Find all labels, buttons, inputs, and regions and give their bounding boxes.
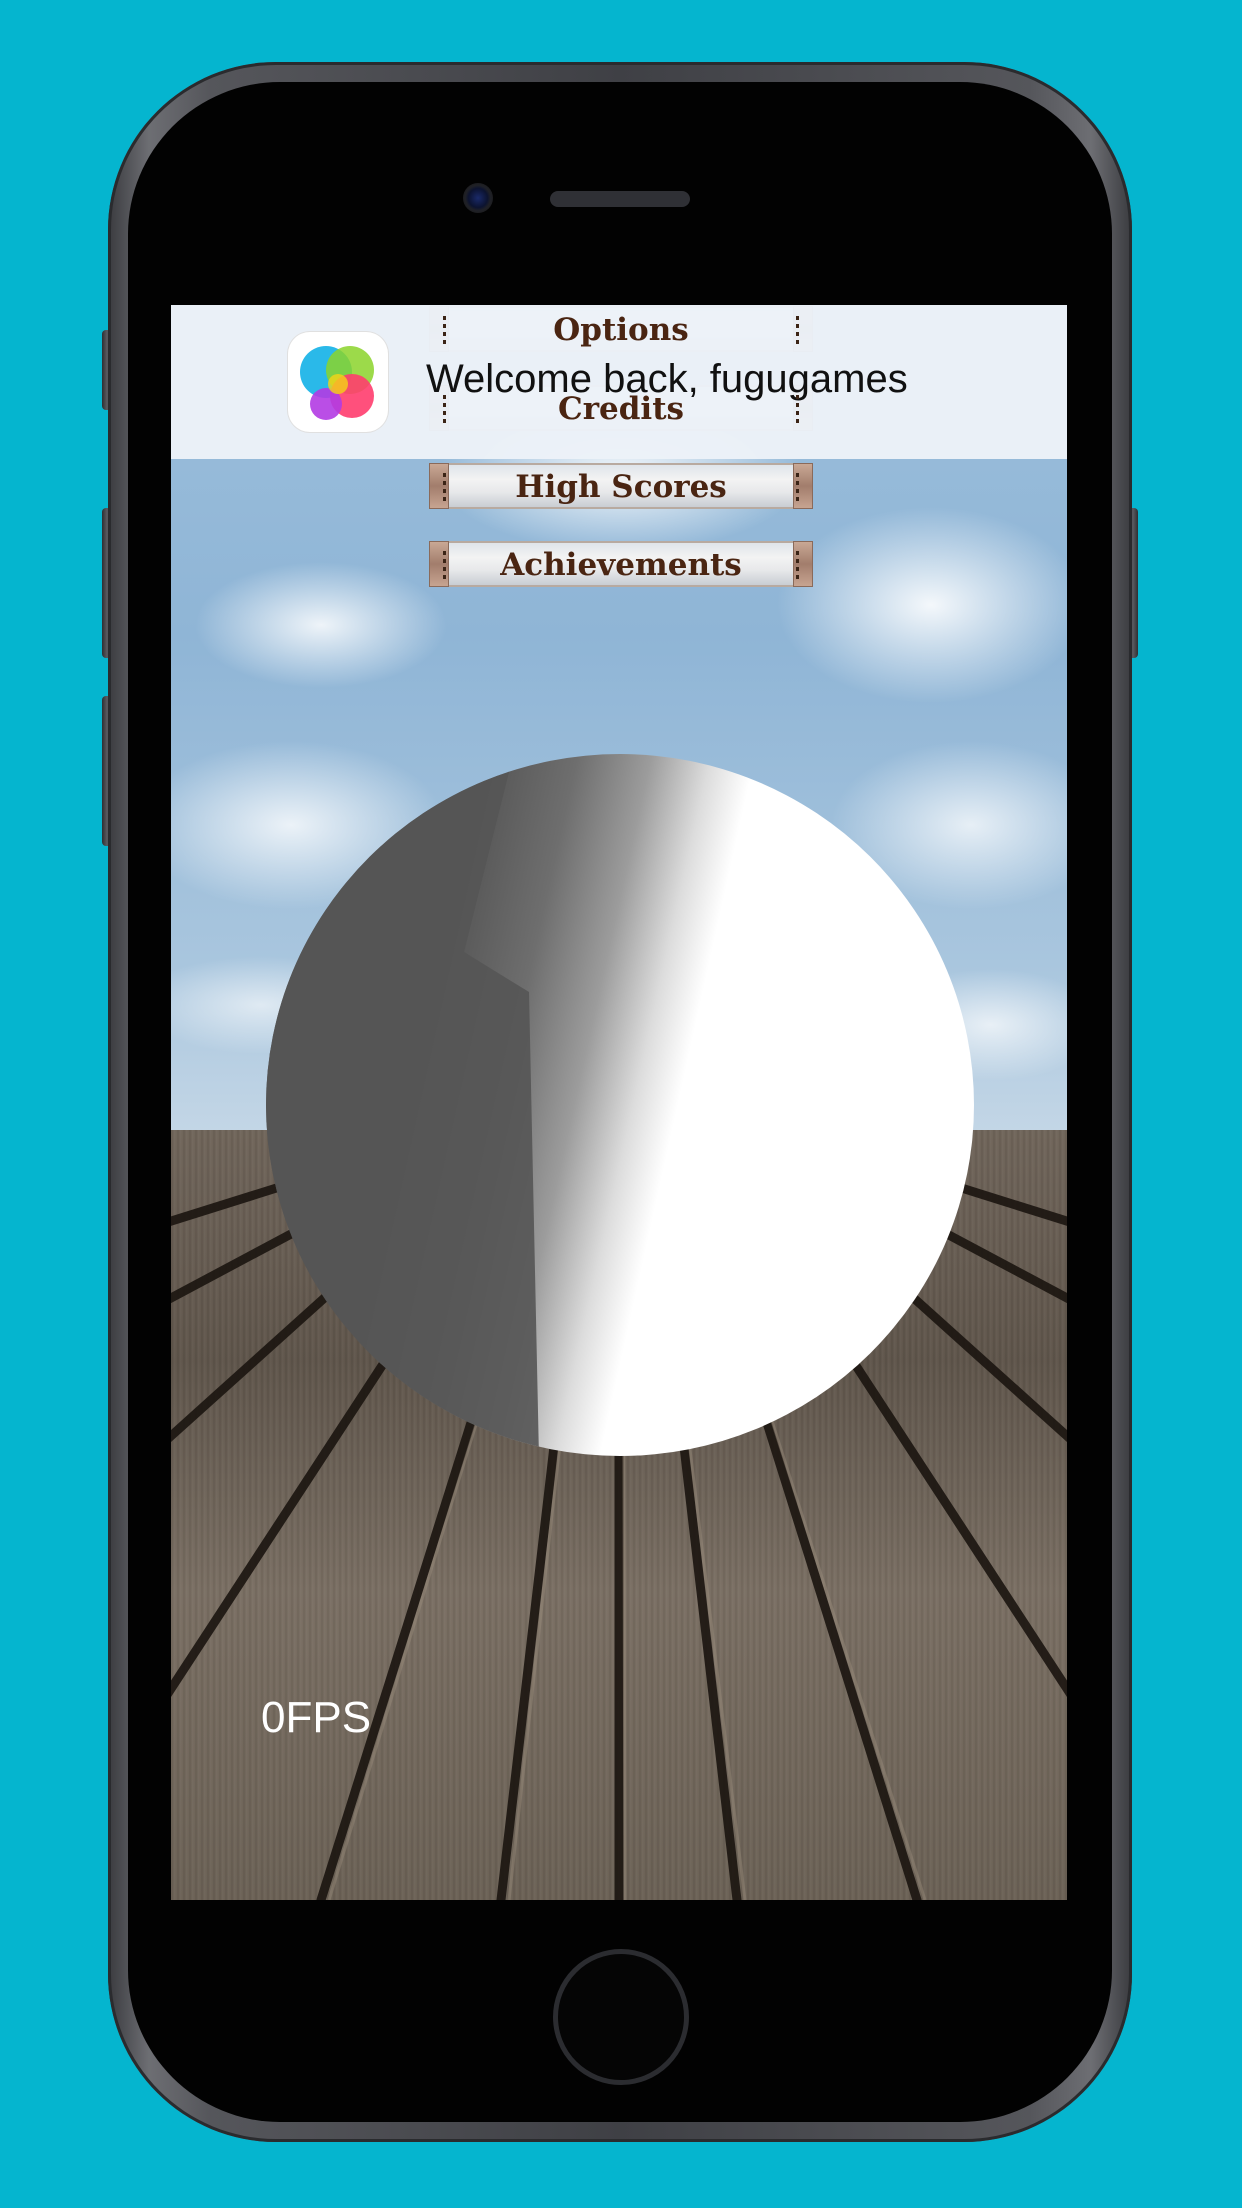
button-ornament-left	[443, 551, 446, 581]
front-camera	[463, 183, 493, 213]
button-ornament-right	[796, 316, 799, 346]
button-ornament-left	[443, 316, 446, 346]
options-button-label: Options	[553, 312, 689, 348]
button-ornament-right	[796, 473, 799, 503]
achievements-button-label: Achievements	[500, 547, 742, 583]
button-ornament-left	[443, 395, 446, 425]
high-scores-button[interactable]: High Scores	[429, 463, 813, 509]
button-ornament-left	[443, 473, 446, 503]
game-screen[interactable]: Options Credits High Scores Achievements…	[171, 305, 1067, 1900]
credits-button-label: Credits	[558, 391, 684, 427]
earpiece-speaker	[550, 191, 690, 207]
sphere	[266, 754, 974, 1456]
button-ornament-right	[796, 395, 799, 425]
high-scores-button-label: High Scores	[515, 469, 727, 505]
game-center-icon	[288, 332, 388, 432]
fps-counter: 0FPS	[261, 1693, 372, 1742]
button-ornament-right	[796, 551, 799, 581]
home-button[interactable]	[553, 1949, 689, 2085]
achievements-button[interactable]: Achievements	[429, 541, 813, 587]
